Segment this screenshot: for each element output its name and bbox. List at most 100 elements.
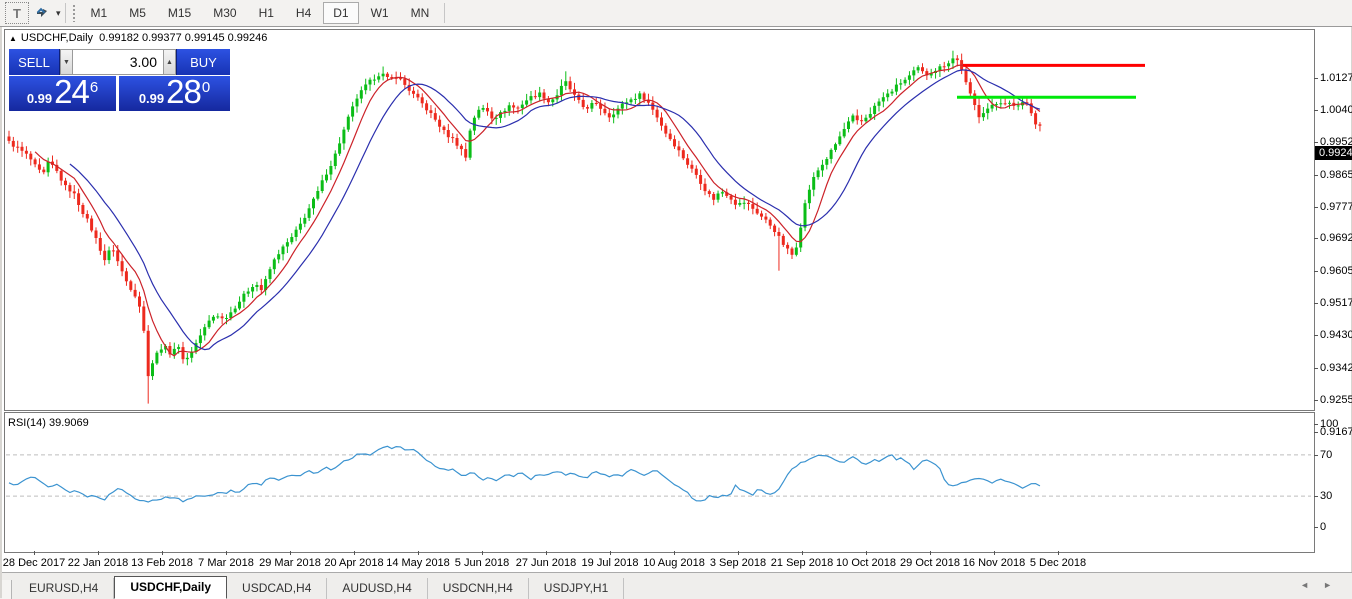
swap-arrows-icon — [35, 6, 50, 20]
sell-price-pips: 24 — [54, 77, 89, 107]
tab-scroll-left-icon[interactable]: ◄ — [1300, 580, 1323, 590]
price-axis-label: 0.95175 — [1320, 297, 1352, 309]
timeframe-button-group: M1M5M15M30H1H4D1W1MN — [80, 2, 441, 24]
price-axis-tick — [1314, 303, 1318, 304]
chart-tab-usdjpy[interactable]: USDJPY,H1 — [529, 578, 624, 599]
price-axis-label: 0.96925 — [1320, 232, 1352, 244]
price-axis-tick — [1314, 78, 1318, 79]
time-axis-tick — [98, 551, 99, 555]
time-axis-tick — [802, 551, 803, 555]
rsi-axis-tick — [1314, 455, 1318, 456]
timeframe-button-h4[interactable]: H4 — [286, 2, 321, 24]
rsi-chart[interactable] — [5, 413, 1312, 550]
time-axis-tick — [738, 551, 739, 555]
chevron-down-icon[interactable]: ▾ — [56, 8, 61, 19]
time-axis-tick — [1058, 551, 1059, 555]
price-axis-tick — [1314, 400, 1318, 401]
buy-price-pips: 28 — [166, 77, 201, 107]
rsi-axis-tick — [1314, 496, 1318, 497]
ohlc-values: 0.99182 0.99377 0.99145 0.99246 — [99, 32, 267, 44]
price-axis-label: 0.97775 — [1320, 201, 1352, 213]
time-axis-label: 21 Sep 2018 — [771, 557, 833, 569]
timeframe-button-m15[interactable]: M15 — [158, 2, 201, 24]
price-axis-tick — [1314, 335, 1318, 336]
price-axis-tick — [1314, 368, 1318, 369]
time-axis-label: 28 Dec 2017 — [3, 557, 65, 569]
sell-price-tile[interactable]: 0.99 24 6 — [9, 76, 116, 111]
tab-bar-left-spacer[interactable] — [2, 580, 12, 599]
price-axis-tick — [1314, 175, 1318, 176]
timeframe-button-m5[interactable]: M5 — [119, 2, 156, 24]
tab-scroll-arrows[interactable]: ◄► — [1300, 580, 1346, 590]
time-axis-label: 16 Nov 2018 — [963, 557, 1025, 569]
timeframe-button-m1[interactable]: M1 — [81, 2, 118, 24]
chart-workspace: ▲ USDCHF,Daily 0.99182 0.99377 0.99145 0.… — [0, 27, 1352, 598]
time-axis-tick — [162, 551, 163, 555]
rsi-axis-label: 100 — [1320, 418, 1338, 430]
text-label-tool-icon[interactable]: T — [5, 2, 29, 24]
time-axis-tick — [610, 551, 611, 555]
sell-price-prefix: 0.99 — [27, 91, 52, 106]
chart-tab-audusd[interactable]: AUDUSD,H4 — [327, 578, 427, 599]
volume-increase-button[interactable]: ▲ — [163, 49, 176, 75]
chart-title: ▲USDCHF,Daily 0.99182 0.99377 0.99145 0.… — [9, 32, 267, 44]
time-axis-label: 22 Jan 2018 — [68, 557, 129, 569]
time-axis-tick — [930, 551, 931, 555]
chart-tabs: EURUSD,H4USDCHF,DailyUSDCAD,H4AUDUSD,H4U… — [14, 576, 624, 599]
price-axis-tick — [1314, 110, 1318, 111]
price-axis-tick — [1314, 432, 1318, 433]
timeframe-button-m30[interactable]: M30 — [203, 2, 246, 24]
timeframe-button-h1[interactable]: H1 — [249, 2, 284, 24]
volume-decrease-button[interactable]: ▼ — [60, 49, 73, 75]
buy-button[interactable]: BUY — [176, 49, 230, 75]
price-axis-tick — [1314, 142, 1318, 143]
timeframe-button-mn[interactable]: MN — [401, 2, 440, 24]
time-axis-label: 29 Oct 2018 — [900, 557, 960, 569]
buy-price-tile[interactable]: 0.99 28 0 — [119, 76, 230, 111]
timeframe-button-w1[interactable]: W1 — [361, 2, 399, 24]
price-axis-tick — [1314, 238, 1318, 239]
rsi-indicator-pane[interactable] — [4, 412, 1315, 553]
top-toolbar: T ▾ M1M5M15M30H1H4D1W1MN — [0, 0, 1352, 27]
time-axis-label: 7 Mar 2018 — [198, 557, 254, 569]
tab-scroll-right-icon[interactable]: ► — [1323, 580, 1346, 590]
chart-tab-usdcnh[interactable]: USDCNH,H4 — [428, 578, 529, 599]
time-axis-tick — [34, 551, 35, 555]
chart-tab-usdcad[interactable]: USDCAD,H4 — [227, 578, 327, 599]
sell-button[interactable]: SELL — [9, 49, 60, 75]
price-axis-label: 0.94300 — [1320, 329, 1352, 341]
time-axis-tick — [546, 551, 547, 555]
toolbar-separator — [444, 3, 445, 23]
collapse-triangle-icon[interactable]: ▲ — [9, 34, 17, 43]
price-axis-tick — [1314, 271, 1318, 272]
toolbar-separator — [65, 3, 66, 23]
sell-price-point: 6 — [90, 79, 98, 96]
rsi-axis-label: 70 — [1320, 449, 1332, 461]
time-axis-tick — [418, 551, 419, 555]
time-axis-tick — [226, 551, 227, 555]
time-axis-tick — [674, 551, 675, 555]
price-axis-label: 0.93425 — [1320, 362, 1352, 374]
buy-price-prefix: 0.99 — [139, 91, 164, 106]
toolbar-grip-handle[interactable] — [72, 4, 76, 22]
price-axis-label: 0.92550 — [1320, 394, 1352, 406]
current-price-badge: 0.99246 — [1315, 146, 1352, 160]
time-axis-label: 14 May 2018 — [386, 557, 450, 569]
volume-input[interactable] — [73, 49, 163, 75]
timeframe-button-d1[interactable]: D1 — [323, 2, 358, 24]
time-axis-label: 5 Dec 2018 — [1030, 557, 1086, 569]
chart-tab-usdchf[interactable]: USDCHF,Daily — [114, 576, 227, 599]
rsi-axis-label: 30 — [1320, 490, 1332, 502]
time-axis-label: 20 Apr 2018 — [324, 557, 383, 569]
rsi-label: RSI(14) 39.9069 — [8, 417, 89, 429]
one-click-trade-panel: SELL ▼ ▲ BUY 0.99 24 6 0.99 28 0 — [9, 49, 230, 111]
arrows-objects-icon[interactable] — [31, 3, 53, 23]
time-axis-label: 13 Feb 2018 — [131, 557, 193, 569]
time-axis-tick — [290, 551, 291, 555]
time-axis-tick — [994, 551, 995, 555]
rsi-axis-tick — [1314, 424, 1318, 425]
chart-tab-eurusd[interactable]: EURUSD,H4 — [14, 578, 114, 599]
price-axis-label: 1.01275 — [1320, 72, 1352, 84]
price-axis-label: 0.96050 — [1320, 265, 1352, 277]
rsi-axis-label: 0 — [1320, 521, 1326, 533]
